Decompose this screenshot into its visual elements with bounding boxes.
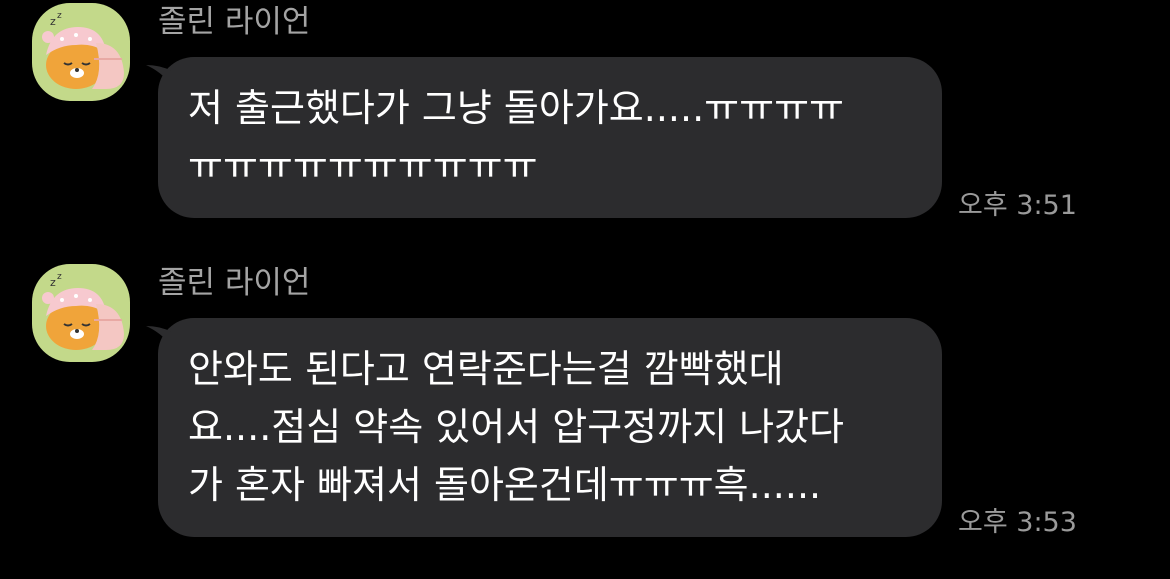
sleepy-ryan-icon: z z	[42, 272, 124, 350]
message-line: 저 출근했다가 그냥 돌아가요.....ㅠㅠㅠㅠ	[188, 86, 844, 130]
bubble-tail	[146, 65, 172, 85]
bubble-tail	[146, 326, 172, 346]
svg-text:z: z	[50, 276, 56, 289]
avatar[interactable]: z z	[32, 264, 130, 362]
timestamp: 오후 3:53	[958, 507, 1077, 538]
svg-text:z: z	[57, 11, 62, 21]
message-line: ㅠㅠㅠㅠㅠㅠㅠㅠㅠㅠ	[188, 144, 538, 188]
timestamp: 오후 3:51	[958, 190, 1077, 221]
sender-name: 졸린 라이언	[158, 265, 311, 301]
message-bubble[interactable]: 안와도 된다고 연락준다는걸 깜빡했대 요....점심 약속 있어서 압구정까지…	[146, 318, 942, 537]
message-line: 가 혼자 빠져서 돌아온건데ㅠㅠㅠ흑......	[188, 463, 822, 507]
sleepy-ryan-icon: z z	[42, 11, 124, 89]
sender-name: 졸린 라이언	[158, 4, 311, 40]
message-bubble[interactable]: 저 출근했다가 그냥 돌아가요.....ㅠㅠㅠㅠ ㅠㅠㅠㅠㅠㅠㅠㅠㅠㅠ	[146, 57, 942, 218]
message-line: 요....점심 약속 있어서 압구정까지 나갔다	[188, 405, 844, 449]
message-line: 안와도 된다고 연락준다는걸 깜빡했대	[188, 347, 784, 391]
svg-text:z: z	[57, 272, 62, 282]
avatar[interactable]: z z	[32, 3, 130, 101]
svg-text:z: z	[50, 15, 56, 28]
